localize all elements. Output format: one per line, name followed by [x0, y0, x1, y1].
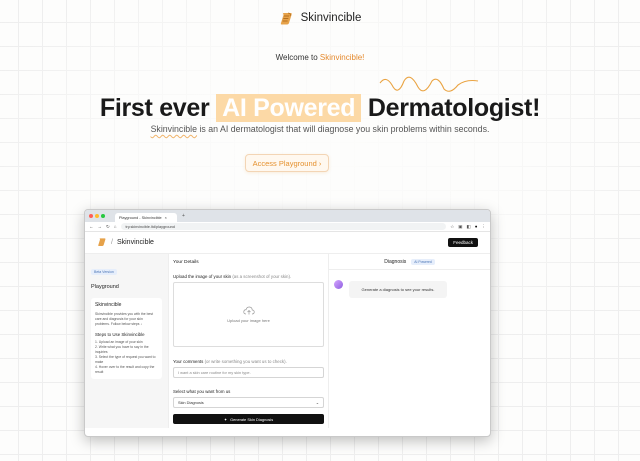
assistant-avatar: [334, 280, 343, 289]
extensions-icon[interactable]: ▣: [458, 224, 462, 230]
welcome-text: Welcome to Skinvincible!: [0, 53, 640, 62]
welcome-brand: Skinvincible!: [319, 53, 365, 62]
reload-icon[interactable]: ↻: [106, 224, 110, 230]
browser-tab-bar: Playground - Skinvincible × +: [85, 210, 490, 222]
browser-address-bar: ← → ↻ ⌂ try.skinvincible.ltd/playground …: [85, 222, 490, 232]
details-panel: Your Details Upload the image of your sk…: [169, 254, 329, 428]
hero-title-pre: First ever: [99, 94, 217, 122]
diagnosis-message: Generate a diagnosis to see your results…: [349, 281, 447, 298]
welcome-prefix: Welcome to: [275, 53, 320, 62]
site-header: Skinvincible: [0, 0, 640, 36]
step-item: 4. Hover over to the result and copy the…: [95, 365, 155, 375]
diagnosis-panel: Diagnosis AI Powered Generate a diagnosis…: [329, 254, 490, 428]
select-label: Select what you want from us: [173, 389, 231, 394]
steps-title: Steps to Use Skinvincible: [95, 332, 145, 338]
subtitle-rest: is an AI dermatologist that will diagnos…: [197, 124, 490, 134]
sidebar-heading: Playground: [91, 284, 119, 290]
upload-text: Upload your image here: [227, 318, 270, 323]
maximize-window-icon[interactable]: [101, 214, 105, 218]
card-description: Skinvincible provides you with the best …: [95, 312, 154, 327]
info-card: Skinvincible Skinvincible provides you w…: [91, 298, 162, 379]
select-value: Skin Diagnosis: [178, 400, 204, 405]
minimize-window-icon[interactable]: [95, 214, 99, 218]
home-icon[interactable]: ⌂: [114, 224, 117, 229]
step-item: 3. Select the type of request you want t…: [95, 355, 156, 365]
sparkle-icon: ✦: [223, 416, 228, 422]
upload-label-text: Upload the image of your skin: [173, 274, 232, 279]
app-header: / Skinvincible Feedback: [85, 232, 490, 254]
subtitle-brand: Skinvincible: [150, 124, 198, 134]
upload-cloud-icon: [242, 306, 255, 315]
beta-badge: Beta Version: [91, 269, 117, 275]
hero-title-post: Dermatologist!: [361, 94, 541, 122]
card-title: Skinvincible: [95, 302, 122, 308]
comments-input[interactable]: I want a skin care routine for my skin t…: [173, 367, 324, 378]
hero-title-highlight: AI Powered: [216, 94, 362, 122]
new-tab-icon[interactable]: +: [182, 213, 185, 219]
browser-tab[interactable]: Playground - Skinvincible ×: [115, 213, 177, 222]
generate-diagnosis-button[interactable]: ✦ Generate Skin Diagnosis: [173, 414, 324, 424]
comments-label: Your comments (or write something you wa…: [173, 359, 324, 364]
forward-arrow-icon[interactable]: →: [98, 224, 103, 229]
image-upload-dropzone[interactable]: Upload your image here: [173, 282, 324, 347]
scroll-logo-icon[interactable]: [279, 11, 294, 26]
tab-title: Playground - Skinvincible: [119, 215, 162, 220]
diagnosis-heading: Diagnosis: [384, 258, 407, 265]
sidebar-toggle-icon[interactable]: ◧: [467, 224, 471, 230]
ai-powered-badge: AI Powered: [411, 258, 435, 265]
comments-label-hint: (or write something you want us to check…: [203, 359, 287, 364]
tab-close-icon[interactable]: ×: [165, 216, 167, 220]
sidebar: Beta Version Playground Skinvincible Ski…: [85, 254, 169, 428]
more-menu-icon[interactable]: ⋮: [482, 224, 487, 230]
brand-name[interactable]: Skinvincible: [301, 12, 362, 24]
step-item: 2. Write what you have to say in the inq…: [95, 345, 149, 355]
profile-icon[interactable]: ●: [475, 224, 478, 229]
app-title: Skinvincible: [116, 239, 154, 246]
upload-label: Upload the image of your skin (as a scre…: [173, 274, 324, 279]
request-type-select[interactable]: Skin Diagnosis ⌄: [173, 397, 324, 408]
comments-label-text: Your comments: [173, 359, 204, 364]
generate-label: Generate Skin Diagnosis: [230, 416, 274, 422]
hero-subtitle: Skinvincible is an AI dermatologist that…: [0, 124, 640, 134]
url-field[interactable]: try.skinvincible.ltd/playground: [120, 223, 447, 230]
app-logo-icon[interactable]: [97, 237, 107, 249]
hero-title: First ever AI Powered Dermatologist!: [0, 94, 640, 123]
details-heading: Your Details: [173, 260, 199, 265]
header-separator: /: [111, 239, 113, 246]
bookmark-star-icon[interactable]: ☆: [450, 224, 454, 230]
diagnosis-header: Diagnosis AI Powered: [329, 254, 490, 270]
chevron-down-icon: ⌄: [315, 400, 319, 405]
close-window-icon[interactable]: [89, 214, 93, 218]
browser-screenshot: Playground - Skinvincible × + ← → ↻ ⌂ try…: [84, 209, 491, 437]
access-playground-button[interactable]: Access Playground ›: [245, 154, 329, 172]
upload-label-hint: (as a screenshot of your skin).: [231, 274, 292, 279]
feedback-button[interactable]: Feedback: [448, 238, 478, 247]
back-arrow-icon[interactable]: ←: [89, 224, 94, 229]
